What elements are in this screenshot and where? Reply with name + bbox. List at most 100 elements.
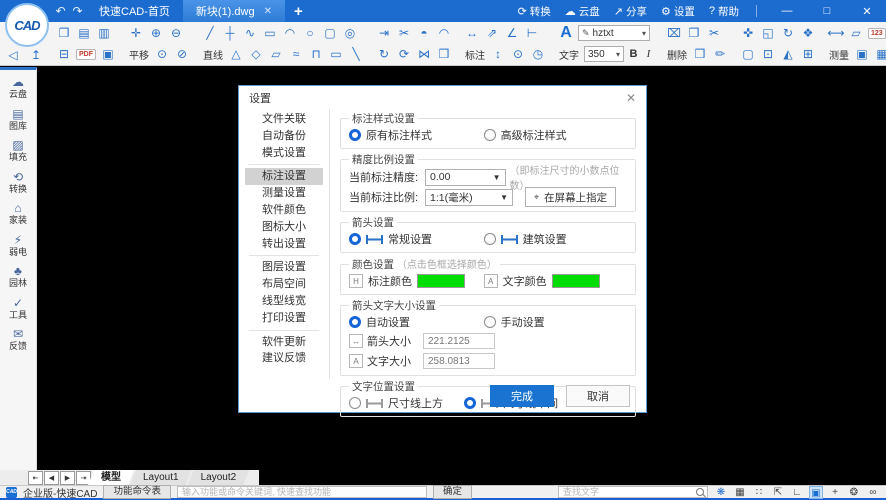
grid-icon[interactable]: ▦ [733, 486, 747, 499]
lineweight-icon[interactable]: ▣ [809, 486, 823, 499]
dot-grid-icon[interactable]: ∷ [752, 486, 766, 499]
sidebar-item-convert[interactable]: ⟲转换 [9, 170, 27, 195]
object-snap-icon[interactable]: ❋ [714, 486, 728, 499]
parallelogram-icon[interactable]: ▱ [266, 44, 286, 64]
rotate-copy-icon[interactable]: ⟳ [394, 44, 414, 64]
arch-arrow-radio[interactable] [484, 233, 496, 245]
bold-button[interactable]: B [626, 46, 641, 62]
dialog-menu-item-2[interactable]: 模式设置 [245, 145, 323, 162]
find-text-input[interactable] [559, 487, 696, 497]
search-icon[interactable] [696, 488, 704, 496]
arc-icon[interactable]: ◠ [280, 23, 300, 43]
align-icon[interactable]: ⊞ [798, 44, 818, 64]
dim-linear-icon[interactable]: ↔ [462, 23, 482, 43]
delete-icon[interactable]: ⌧ [664, 23, 684, 43]
sidebar-item-feedback[interactable]: ✉反馈 [9, 327, 27, 352]
sidebar-item-garden[interactable]: ♣园林 [9, 264, 27, 289]
cloud-action[interactable]: ☁云盘 [565, 4, 600, 19]
dialog-menu-item-6[interactable]: 软件颜色 [245, 202, 323, 219]
count-icon[interactable]: 123 [868, 28, 886, 39]
zoom-in-icon[interactable]: ⊕ [146, 23, 166, 43]
dialog-menu-item-11[interactable]: 布局空间 [245, 276, 323, 293]
minimize-button[interactable]: — [774, 0, 800, 22]
help-action[interactable]: ?帮助 [709, 4, 739, 19]
layout-tab-layout1[interactable]: Layout1 [130, 470, 192, 485]
layout-tab-layout2[interactable]: Layout2 [188, 470, 250, 485]
dialog-close-icon[interactable]: ✕ [626, 91, 636, 105]
cancel-button[interactable]: 取消 [566, 385, 630, 407]
sidebar-item-cloud[interactable]: ☁云盘 [9, 75, 27, 100]
arc-edit-icon[interactable]: ◠ [434, 23, 454, 43]
insert-block-icon[interactable]: ↥ [26, 45, 46, 65]
dialog-menu-item-5[interactable]: 测量设置 [245, 185, 323, 202]
dialog-menu-item-8[interactable]: 转出设置 [245, 236, 323, 253]
zoom-out-icon[interactable]: ⊖ [166, 23, 186, 43]
scale-select[interactable]: 1:1(毫米) ▼ [425, 189, 513, 206]
dim-diameter-icon[interactable]: ⊙ [508, 44, 528, 64]
stamp-icon[interactable]: ⊡ [758, 44, 778, 64]
measure-length-icon[interactable]: ⟷ [826, 23, 846, 43]
link-icon[interactable]: ∞ [866, 486, 880, 499]
sidebar-item-power[interactable]: ⚡弱电 [9, 233, 27, 258]
paste-block-icon[interactable]: ▢ [738, 44, 758, 64]
measure-area-icon[interactable]: ▱ [846, 23, 866, 43]
rounded-rect-icon[interactable]: ▭ [326, 44, 346, 64]
export-image-icon[interactable]: ▣ [98, 44, 118, 64]
back-page-icon[interactable]: ◁ [3, 45, 23, 65]
copy-icon[interactable]: ❐ [684, 23, 704, 43]
sidebar-item-hatch[interactable]: ▨填充 [9, 138, 27, 163]
point-icon[interactable]: ┼ [220, 23, 240, 43]
pan-icon[interactable]: ✛ [126, 23, 146, 43]
circle-icon[interactable]: ○ [300, 23, 320, 43]
offset-icon[interactable]: ⇥ [374, 23, 394, 43]
save-icon[interactable]: ▤ [74, 23, 94, 43]
maximize-button[interactable]: □ [814, 0, 840, 22]
polar-tracking-icon[interactable]: ⇱ [771, 486, 785, 499]
original-style-radio[interactable] [349, 129, 361, 141]
convert-action[interactable]: ⟳转换 [518, 4, 551, 19]
dialog-menu-item-12[interactable]: 线型线宽 [245, 293, 323, 310]
polygon-icon[interactable]: ◇ [246, 44, 266, 64]
dialog-menu-item-16[interactable]: 建议反馈 [245, 350, 323, 367]
command-list-button[interactable]: 功能命令表 [103, 485, 171, 499]
mirror2-icon[interactable]: ◭ [778, 44, 798, 64]
doc-tab-1[interactable]: 新块(1).dwg✕ [183, 0, 285, 22]
rect2-icon[interactable]: ▢ [320, 23, 340, 43]
open-file-icon[interactable]: ❐ [54, 23, 74, 43]
last-tab-button[interactable]: ⇥ [76, 471, 91, 485]
layout-tab-模型[interactable]: 模型 [88, 470, 134, 485]
arrow-size-input[interactable]: 221.2125 [423, 333, 495, 349]
dialog-menu-item-1[interactable]: 自动备份 [245, 128, 323, 145]
tab-close-icon[interactable]: ✕ [264, 6, 272, 17]
dim-color-swatch[interactable] [417, 274, 465, 288]
close-button[interactable]: ✕ [854, 0, 880, 22]
text-size-select[interactable]: 350▾ [584, 46, 624, 62]
crosshair-icon[interactable]: + [828, 486, 842, 499]
dim-angle-icon[interactable]: ∠ [502, 23, 522, 43]
save-as-icon[interactable]: ▥ [94, 23, 114, 43]
rotate2-icon[interactable]: ↻ [778, 23, 798, 43]
rotate-icon[interactable]: ↻ [374, 44, 394, 64]
text-tool-icon[interactable]: A [556, 23, 576, 43]
table-icon[interactable]: ▦ [872, 44, 886, 64]
dialog-menu-item-0[interactable]: 文件关联 [245, 111, 323, 128]
auto-size-radio[interactable] [349, 316, 361, 328]
insert-image-icon[interactable]: ▣ [852, 44, 872, 64]
command-input[interactable] [177, 486, 427, 498]
polyline-icon[interactable]: ∿ [240, 23, 260, 43]
doc-tab-0[interactable]: 快速CAD-首页 [86, 0, 183, 22]
dialog-menu-item-10[interactable]: 图层设置 [245, 259, 323, 276]
mirror-icon[interactable]: ⋈ [414, 44, 434, 64]
dim-radius-icon[interactable]: ◷ [528, 44, 548, 64]
scale-icon[interactable]: ◱ [758, 23, 778, 43]
sidebar-item-home[interactable]: ⌂家装 [9, 201, 27, 226]
forward-icon[interactable]: ↷ [69, 4, 86, 18]
prev-tab-button[interactable]: ◀ [44, 471, 59, 485]
cut-icon[interactable]: ✂ [704, 23, 724, 43]
dim-baseline-icon[interactable]: ⊢ [522, 23, 542, 43]
finish-button[interactable]: 完成 [490, 385, 554, 407]
text-size-input[interactable]: 258.0813 [423, 353, 495, 369]
next-tab-button[interactable]: ▶ [60, 471, 75, 485]
regular-arrow-radio[interactable] [349, 233, 361, 245]
dialog-menu-item-7[interactable]: 图标大小 [245, 219, 323, 236]
